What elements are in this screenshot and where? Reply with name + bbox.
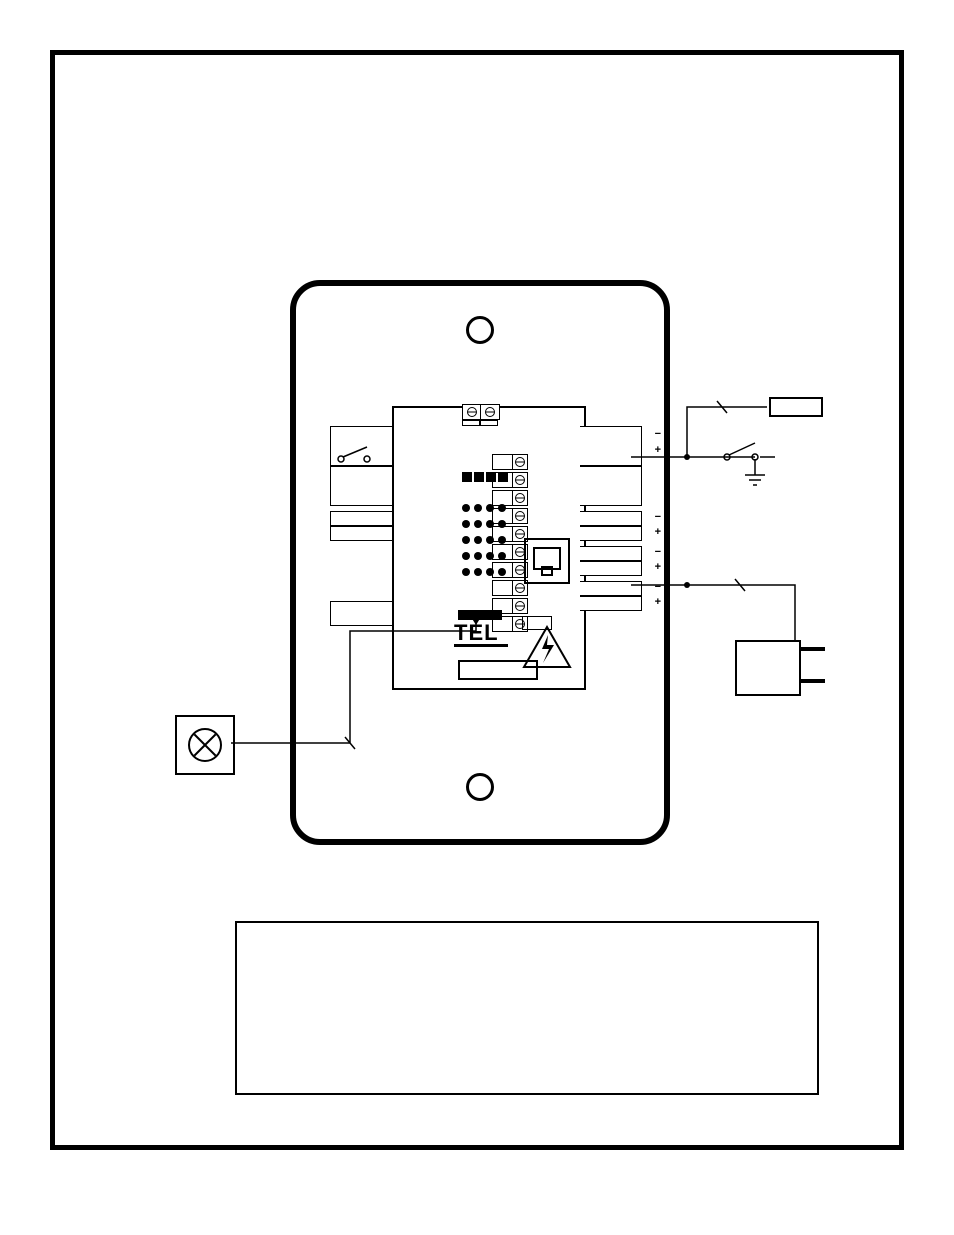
polarity-label: − [655,429,661,440]
right-pad-2 [580,466,642,506]
polarity-label: − [655,547,661,558]
shock-hazard-icon [522,625,572,674]
mount-hole-bottom [466,773,494,801]
module-inner: TEL [392,406,586,690]
mount-hole-top [466,316,494,344]
polarity-label: + [655,527,661,538]
logo-bar [458,610,502,620]
left-pad-3 [330,511,392,526]
right-pad-1: − + [580,426,642,466]
right-pad-6: + [580,561,642,576]
switch-icon [337,445,377,463]
external-sensor [175,715,235,775]
ac-adapter [735,640,801,696]
rj-jack [524,538,570,584]
page-frame: TEL [50,50,904,1150]
left-pad-2 [330,466,392,506]
right-pad-4: + [580,526,642,541]
ac-prong [799,679,825,683]
top-terminal-bar [462,420,498,426]
left-pad-5 [330,601,392,626]
left-pad-1 [330,426,392,466]
right-pad-3: − [580,511,642,526]
ac-prong [799,647,825,651]
module-board: TEL [336,416,636,676]
polarity-label: + [655,597,661,608]
polarity-label: − [655,512,661,523]
external-resistor [769,397,823,417]
left-pad-4 [330,526,392,541]
polarity-label: + [655,562,661,573]
logo-underline [454,644,508,647]
top-terminal [462,404,500,420]
right-pad-8: + [580,596,642,611]
right-pad-5: − [580,546,642,561]
caption-box [235,921,819,1095]
logo-text: TEL [454,620,499,646]
device-outline: TEL [290,280,670,845]
polarity-label: + [655,445,661,456]
polarity-label: − [655,582,661,593]
right-pad-7: − [580,581,642,596]
terminal-block [492,454,528,634]
